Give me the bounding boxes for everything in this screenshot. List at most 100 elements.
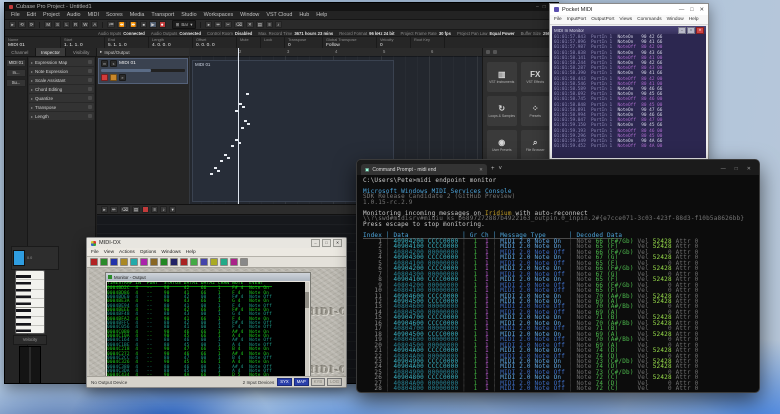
tool-button[interactable]: ≡ <box>266 21 273 28</box>
menu-item[interactable]: InputPort <box>567 17 586 22</box>
mode-button[interactable]: L <box>63 21 70 28</box>
window-control-icon[interactable]: – <box>311 239 320 247</box>
menu-item[interactable]: Window <box>240 12 259 18</box>
midi-in-monitor-log[interactable]: 01:01:57.843 PortIn 1 NoteOn 90 42 6601:… <box>552 34 706 150</box>
cubase-title-bar[interactable]: Cubase Pro Project - Untitled1 –□✕ <box>5 3 558 11</box>
menu-item[interactable]: Windows <box>161 250 180 255</box>
menu-item[interactable]: Audio <box>67 12 81 18</box>
menu-item[interactable]: Help <box>186 250 196 255</box>
window-control-icon[interactable]: □ <box>543 4 546 10</box>
toolbar-icon[interactable] <box>90 258 98 266</box>
window-control-icon[interactable]: – <box>536 4 539 10</box>
midi-note[interactable] <box>247 123 250 125</box>
tab-dropdown-button[interactable]: ˅ <box>499 164 503 175</box>
media-rack-tile[interactable]: ⁘Presets <box>521 96 551 126</box>
mode-button[interactable]: W <box>81 21 89 28</box>
transport-button[interactable]: ⏹ <box>140 21 147 28</box>
mode-button[interactable]: A <box>91 21 98 28</box>
toolbar-icon[interactable] <box>230 258 238 266</box>
toolbar-icon[interactable] <box>240 258 248 266</box>
editor-tool-button[interactable]: ♪ <box>160 206 167 213</box>
monitor-output-window[interactable]: Monitor - Output TIMESTAMP IN PORT STATU… <box>105 272 311 376</box>
fader-handle[interactable] <box>13 250 25 266</box>
terminal-output[interactable]: C:\Users\Pete>midi endpoint monitor Micr… <box>357 175 759 393</box>
editor-tool-button[interactable]: ≡ <box>151 206 158 213</box>
toolbar-icon[interactable] <box>110 258 118 266</box>
toolbar-icon[interactable] <box>200 258 208 266</box>
tab-close-icon[interactable]: ✕ <box>479 167 483 173</box>
media-rack-tile[interactable]: ⌕File Browser <box>521 130 551 160</box>
menu-item[interactable]: File <box>11 12 20 18</box>
left-zone-tab[interactable]: Inspector <box>36 48 67 56</box>
menu-item[interactable]: Scores <box>106 12 123 18</box>
midi-in-monitor-title-bar[interactable]: MIDI In Monitor – □ ✕ <box>552 26 706 34</box>
minimize-icon[interactable]: – <box>678 27 686 34</box>
inspector-section[interactable]: ▸Transpose <box>29 103 94 111</box>
midi-note[interactable] <box>210 173 213 175</box>
monitor-button[interactable] <box>110 74 117 81</box>
menu-item[interactable]: Transport <box>151 12 174 18</box>
mode-button[interactable]: S <box>54 21 61 28</box>
window-control-icon[interactable]: ✕ <box>333 239 342 247</box>
midi-note[interactable] <box>231 145 234 147</box>
solo-button[interactable]: s <box>110 60 117 67</box>
channel-slot[interactable]: In... <box>6 69 26 77</box>
menu-item[interactable]: Actions <box>119 250 135 255</box>
menu-item[interactable]: Help <box>689 17 699 22</box>
maximize-icon[interactable]: □ <box>687 27 695 34</box>
inspector-section[interactable]: ▸Chord Editing <box>29 85 94 93</box>
toolbar-icon[interactable] <box>190 258 198 266</box>
window-control-icon[interactable]: — <box>679 7 684 13</box>
menu-item[interactable]: Window <box>667 17 684 22</box>
toolbar-icon[interactable] <box>140 258 148 266</box>
inspector-section[interactable]: ▸Note Expression <box>29 67 94 75</box>
toolbar-icon[interactable] <box>120 258 128 266</box>
monitor-scrollbar[interactable] <box>305 282 309 376</box>
midi-note[interactable] <box>246 93 249 95</box>
menu-item[interactable]: Help <box>316 12 327 18</box>
inspector-section[interactable]: ▸Length <box>29 112 94 120</box>
toolbar-icon[interactable] <box>100 258 108 266</box>
edit-channel-button[interactable]: e <box>119 74 126 81</box>
tool-button[interactable]: ▤ <box>256 21 264 28</box>
media-rack-tile[interactable]: FXVST Effects <box>521 62 551 92</box>
tool-button[interactable]: ⌫ <box>234 21 244 28</box>
toolbar-icon[interactable] <box>180 258 188 266</box>
midi-note[interactable] <box>241 127 244 129</box>
midi-note[interactable] <box>239 103 242 105</box>
menu-item[interactable]: Project <box>43 12 60 18</box>
tool-button[interactable]: ✏ <box>214 21 222 28</box>
tool-button[interactable]: ✕ <box>246 21 254 28</box>
monitor-output-log[interactable]: TIMESTAMP IN PORT STATUS DATA1 DATA2 CHA… <box>107 282 305 376</box>
midi-note[interactable] <box>242 106 245 108</box>
menu-item[interactable]: Workspaces <box>204 12 234 18</box>
toolbar-icon[interactable] <box>150 258 158 266</box>
window-control-icon[interactable]: □ <box>322 239 331 247</box>
piano-keyboard[interactable] <box>15 270 45 334</box>
tool-button[interactable]: ✂ <box>224 21 232 28</box>
left-zone-tab[interactable]: Channel <box>5 48 36 56</box>
menu-item[interactable]: Studio <box>181 12 196 18</box>
folder-track[interactable]: ▸ Input/Output <box>97 48 189 57</box>
midiox-title-bar[interactable]: MIDI-OX –□✕ <box>87 238 346 248</box>
velocity-fader[interactable] <box>19 346 41 384</box>
transport-button[interactable]: ⏩ <box>129 21 138 28</box>
midi-note[interactable] <box>220 160 223 162</box>
terminal-window[interactable]: ▣ Command Prompt - midi end ✕ + ˅ —□✕ C:… <box>356 159 760 393</box>
editor-record-button[interactable] <box>142 206 149 213</box>
editor-tool-button[interactable]: ▤ <box>132 206 140 213</box>
toolbar-icon[interactable] <box>220 258 228 266</box>
window-control-icon[interactable]: □ <box>735 164 738 175</box>
toolbar-icon[interactable] <box>160 258 168 266</box>
transport-button[interactable]: ⏮ <box>107 21 115 28</box>
midiox-window[interactable]: MIDI-OX –□✕ FileViewActionsOptionsWindow… <box>86 237 347 388</box>
record-enable-button[interactable] <box>101 74 108 81</box>
toolbar-button[interactable]: ▸ <box>9 21 16 28</box>
terminal-tab[interactable]: ▣ Command Prompt - midi end ✕ <box>361 164 487 175</box>
menu-item[interactable]: Hub <box>299 12 309 18</box>
pocket-midi-title-bar[interactable]: Pocket MIDI —□✕ <box>550 4 708 15</box>
midi-note[interactable] <box>244 120 247 122</box>
left-zone-tab[interactable]: Visibility <box>66 48 97 56</box>
toolbar-button[interactable]: ⟲ <box>18 21 26 28</box>
midi-note[interactable] <box>214 167 217 169</box>
